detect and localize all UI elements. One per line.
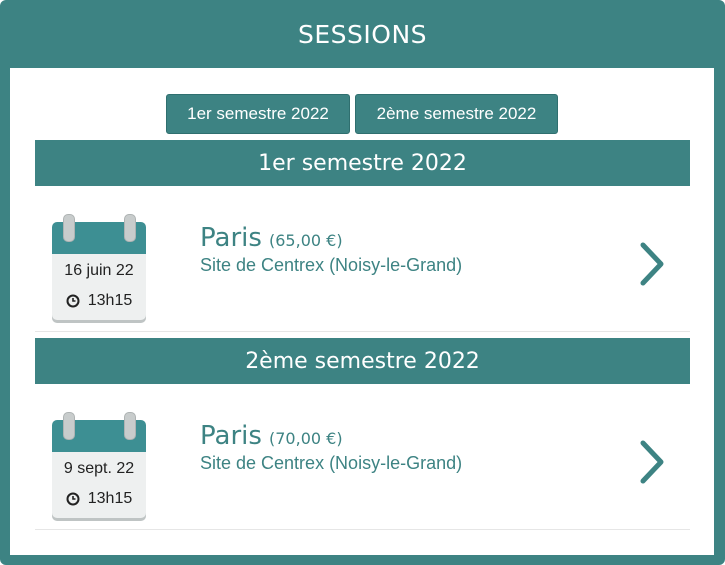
section-header-1: 1er semestre 2022 (35, 140, 690, 186)
chevron-right-icon[interactable] (637, 241, 667, 287)
session-time: 13h15 (87, 490, 133, 507)
session-time-row: 13h15 (52, 490, 146, 508)
calendar-icon: 16 juin 22 13h15 (52, 214, 146, 320)
session-info: Paris (65,00 €) Site de Centrex (Noisy-l… (200, 223, 462, 276)
session-row-1[interactable]: 16 juin 22 13h15 Paris (65,00 €) Site de… (35, 189, 690, 332)
tab-2eme-semestre[interactable]: 2ème semestre 2022 (355, 94, 558, 134)
session-site: Site de Centrex (Noisy-le-Grand) (200, 255, 463, 275)
session-time: 13h15 (87, 292, 133, 309)
session-row-2[interactable]: 9 sept. 22 13h15 Paris (70,00 €) Site de… (35, 387, 690, 530)
sessions-panel: 1er semestre 2022 2ème semestre 2022 1er… (10, 68, 714, 555)
session-price: (70,00 €) (269, 429, 343, 448)
clock-icon (66, 294, 80, 308)
sessions-widget: SESSIONS 1er semestre 2022 2ème semestre… (0, 0, 725, 565)
session-date: 16 juin 22 (64, 262, 134, 279)
clock-icon (66, 492, 80, 506)
tab-1er-semestre[interactable]: 1er semestre 2022 (166, 94, 350, 134)
session-site: Site de Centrex (Noisy-le-Grand) (200, 453, 463, 473)
widget-title: SESSIONS (297, 19, 428, 49)
calendar-icon: 9 sept. 22 13h15 (52, 412, 146, 518)
chevron-right-icon[interactable] (637, 439, 667, 485)
semester-tabs: 1er semestre 2022 2ème semestre 2022 (166, 94, 558, 134)
session-date: 9 sept. 22 (63, 460, 135, 477)
session-info: Paris (70,00 €) Site de Centrex (Noisy-l… (200, 421, 462, 474)
session-time-row: 13h15 (52, 292, 146, 310)
session-city: Paris (200, 421, 262, 451)
section-header-2: 2ème semestre 2022 (35, 338, 690, 384)
session-city: Paris (200, 223, 262, 253)
session-price: (65,00 €) (269, 231, 343, 250)
